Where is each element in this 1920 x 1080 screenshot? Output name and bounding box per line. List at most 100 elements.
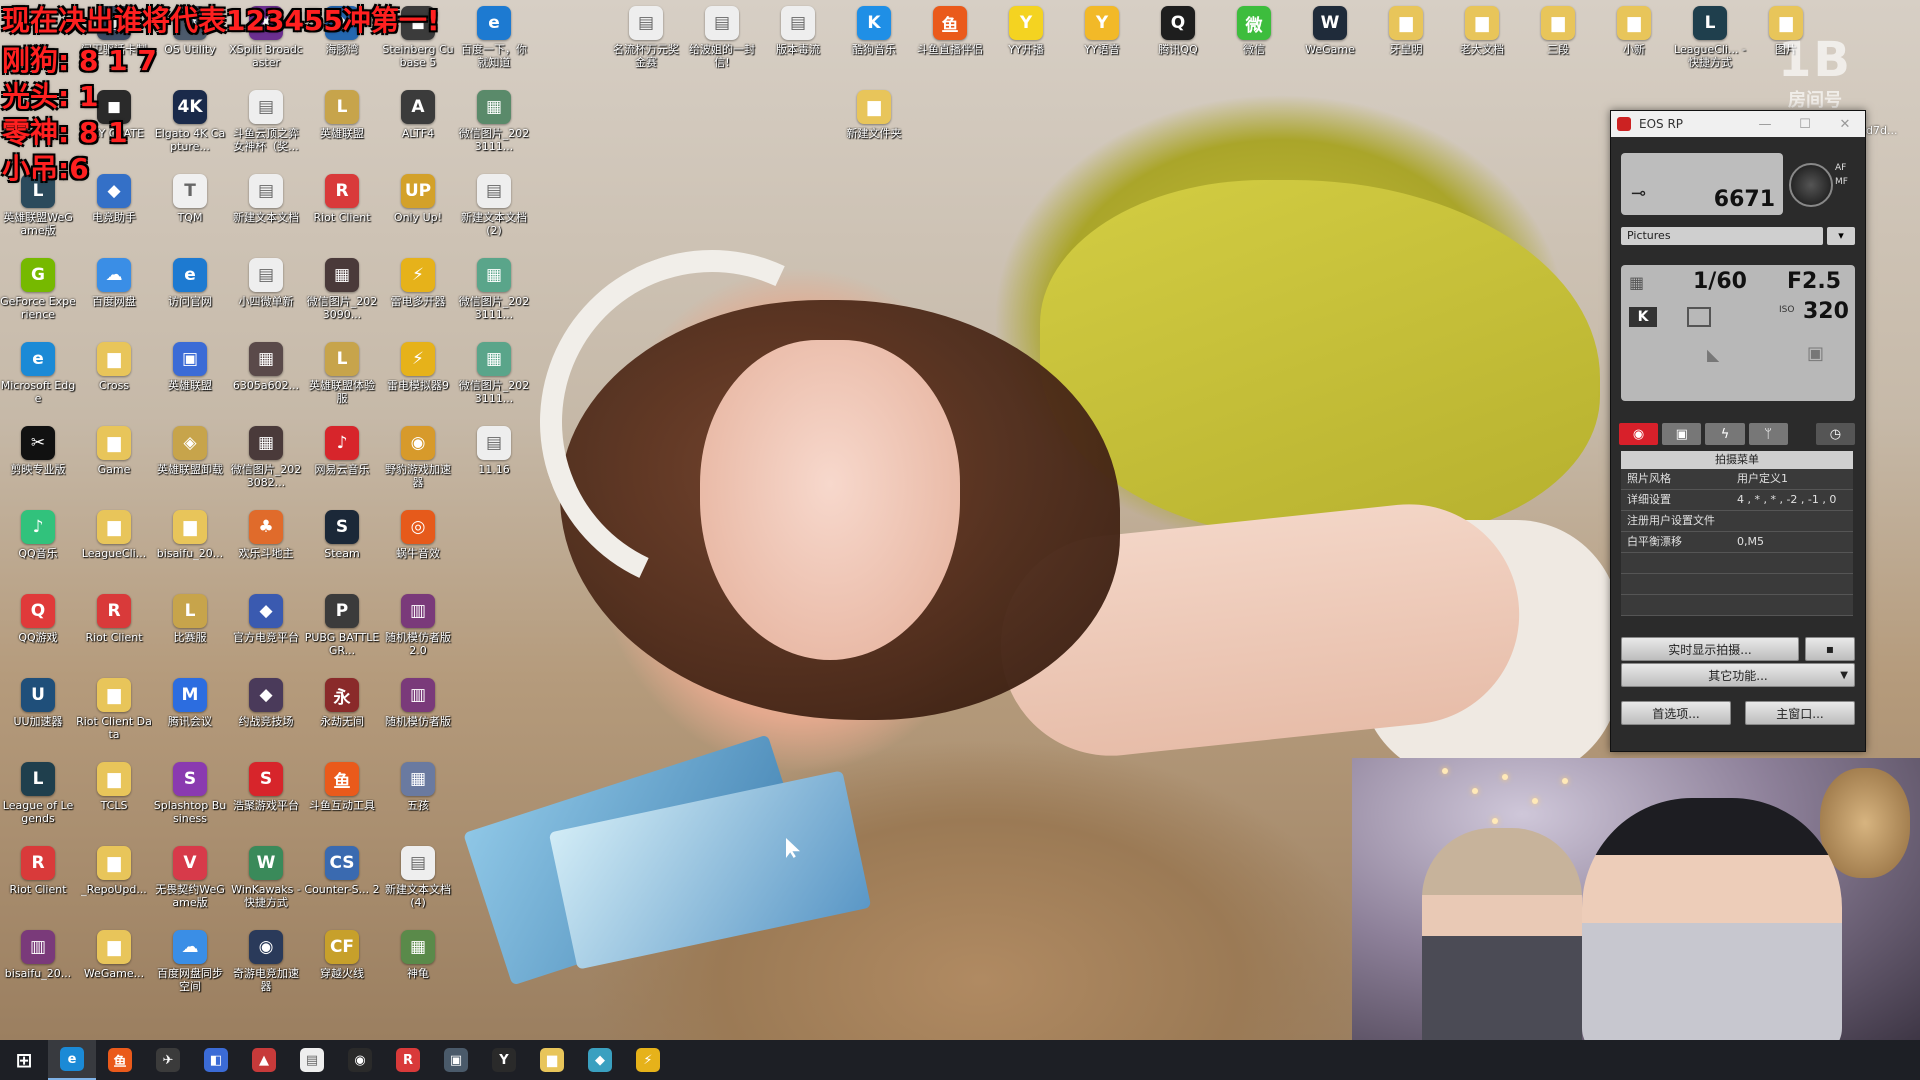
- wb-kelvin[interactable]: K: [1629, 307, 1657, 327]
- desktop-icon[interactable]: ✂ 剪映专业版: [0, 426, 76, 510]
- desktop-icon[interactable]: ♪ QQ音乐: [0, 510, 76, 594]
- desktop-icon[interactable]: ▆ Game: [76, 426, 152, 510]
- taskbar-app12-button[interactable]: ◆: [576, 1040, 624, 1080]
- taskbar-douyu-button[interactable]: 鱼: [96, 1040, 144, 1080]
- desktop-icon[interactable]: ◆ 电竞助手: [76, 174, 152, 258]
- desktop-icon[interactable]: S Steam: [304, 510, 380, 594]
- desktop-icon[interactable]: S Splashtop Business: [152, 762, 228, 846]
- menu-row[interactable]: 注册用户设置文件: [1621, 511, 1853, 532]
- desktop-icon[interactable]: UP Only Up!: [380, 174, 456, 258]
- eos-utility-window[interactable]: EOS RP — ☐ ✕ ⊸ 6671 AF MF Pictures ▾ ▦ 1…: [1610, 110, 1866, 752]
- desktop-icon[interactable]: P PUBG BATTLEGR...: [304, 594, 380, 678]
- desktop-icon[interactable]: ▆ Cross: [76, 342, 152, 426]
- desktop-icon[interactable]: ▆ 三段: [1520, 6, 1596, 90]
- desktop-icon[interactable]: ▆ WeGame...: [76, 930, 152, 1014]
- desktop-icon[interactable]: ▆ TCLS: [76, 762, 152, 846]
- desktop-icon[interactable]: Y YY开播: [988, 6, 1064, 90]
- desktop-icon[interactable]: CS Counter-S... 2: [304, 846, 380, 930]
- desktop-icon[interactable]: ▦ 神龟: [380, 930, 456, 1014]
- aperture-value[interactable]: F2.5: [1787, 269, 1841, 294]
- desktop-icon[interactable]: ◉ 奇游电竞加速器: [228, 930, 304, 1014]
- desktop-icon[interactable]: ▆ LeagueCli...: [76, 510, 152, 594]
- desktop-icon[interactable]: ▦ 微信图片_2023111...: [456, 258, 532, 342]
- desktop-icon[interactable]: ▦ 6305a602...: [228, 342, 304, 426]
- tab-shooting[interactable]: ◉: [1619, 423, 1659, 445]
- iso-value[interactable]: 320: [1803, 299, 1849, 324]
- desktop-icon[interactable]: ▦ 五孩: [380, 762, 456, 846]
- desktop-icon[interactable]: ▤ 版本毒流: [760, 6, 836, 90]
- live-view-button[interactable]: 实时显示拍摄...: [1621, 637, 1799, 661]
- desktop-icon[interactable]: ▆ bisaifu_20...: [152, 510, 228, 594]
- tab-flash[interactable]: ϟ: [1705, 423, 1745, 445]
- desktop-icon[interactable]: 永永劫无间: [304, 678, 380, 762]
- desktop-icon[interactable]: Y YY语音: [1064, 6, 1140, 90]
- desktop-icon[interactable]: ▦ 微信图片_2023090...: [304, 258, 380, 342]
- desktop-icon[interactable]: L League of Legends: [0, 762, 76, 846]
- taskbar-explorer-button[interactable]: ▆: [528, 1040, 576, 1080]
- camera-settings-icon[interactable]: ▣: [1807, 343, 1824, 364]
- desktop-icon[interactable]: K 酷狗音乐: [836, 6, 912, 90]
- desktop-icon[interactable]: ▤ 斗鱼云顶之弈女神杯（奖...: [228, 90, 304, 174]
- drive-mode-icon[interactable]: ◣: [1707, 345, 1719, 364]
- taskbar-yy-button[interactable]: Y: [480, 1040, 528, 1080]
- desktop-icon[interactable]: ▆ 新建文件夹: [836, 90, 912, 174]
- desktop-icon[interactable]: ◆ 官方电竞平台: [228, 594, 304, 678]
- metering-icon[interactable]: [1687, 307, 1711, 327]
- desktop-icon[interactable]: Q 腾讯QQ: [1140, 6, 1216, 90]
- taskbar-start-button[interactable]: ⊞: [0, 1040, 48, 1080]
- desktop-icon[interactable]: CF 穿越火线: [304, 930, 380, 1014]
- save-folder-field[interactable]: Pictures: [1621, 227, 1823, 245]
- desktop-icon[interactable]: ◈ 英雄联盟卸载: [152, 426, 228, 510]
- desktop-icon[interactable]: ▥ 随机模仿者版2.0: [380, 594, 456, 678]
- taskbar-app4-button[interactable]: ◧: [192, 1040, 240, 1080]
- desktop-icon[interactable]: ▆ _RepoUpd...: [76, 846, 152, 930]
- minimize-button[interactable]: —: [1745, 117, 1785, 132]
- desktop-icon[interactable]: R Riot Client: [0, 846, 76, 930]
- desktop-icon[interactable]: ⚡ 雷电多开器: [380, 258, 456, 342]
- desktop-icon[interactable]: W WeGame: [1292, 6, 1368, 90]
- desktop-icon[interactable]: ♪ 网易云音乐: [304, 426, 380, 510]
- main-window-button[interactable]: 主窗口...: [1745, 701, 1855, 725]
- desktop-icon[interactable]: ▤ 给波姐的一封信!: [684, 6, 760, 90]
- desktop-icon[interactable]: A ALTF4: [380, 90, 456, 174]
- desktop-icon[interactable]: ▤ 名流杯万元奖金赛: [608, 6, 684, 90]
- desktop-icon[interactable]: ▤ 新建文本文档 (2): [456, 174, 532, 258]
- desktop-icon[interactable]: ⚡ 雷电模拟器9: [380, 342, 456, 426]
- desktop-icon[interactable]: R Riot Client: [76, 594, 152, 678]
- desktop-icon[interactable]: ▤ 新建文本文档: [228, 174, 304, 258]
- maximize-button[interactable]: ☐: [1785, 117, 1825, 132]
- taskbar-riot-button[interactable]: R: [384, 1040, 432, 1080]
- shutter-speed[interactable]: 1/60: [1693, 269, 1747, 294]
- desktop-icon[interactable]: R Riot Client: [304, 174, 380, 258]
- desktop-icon[interactable]: 微微信: [1216, 6, 1292, 90]
- focus-mode[interactable]: AF MF: [1835, 161, 1848, 189]
- desktop-icon[interactable]: ▆ 小新: [1596, 6, 1672, 90]
- timer-icon[interactable]: ◷: [1815, 423, 1856, 445]
- desktop-icon[interactable]: S 浩聚游戏平台: [228, 762, 304, 846]
- desktop-icon[interactable]: 4K Elgato 4K Capture...: [152, 90, 228, 174]
- desktop-icon[interactable]: L 英雄联盟体验服: [304, 342, 380, 426]
- preferences-button[interactable]: 首选项...: [1621, 701, 1731, 725]
- desktop-icon[interactable]: L 英雄联盟: [304, 90, 380, 174]
- desktop-icon[interactable]: M 腾讯会议: [152, 678, 228, 762]
- desktop-icon[interactable]: W WinKawaks - 快捷方式: [228, 846, 304, 930]
- taskbar-notepad-button[interactable]: ▤: [288, 1040, 336, 1080]
- desktop-icon[interactable]: U UU加速器: [0, 678, 76, 762]
- desktop-icon[interactable]: ▆ 老大文档: [1444, 6, 1520, 90]
- close-button[interactable]: ✕: [1825, 117, 1865, 132]
- desktop-icon[interactable]: L LeagueCli... - 快捷方式: [1672, 6, 1748, 90]
- desktop-icon[interactable]: 鱼斗鱼直播伴侣: [912, 6, 988, 90]
- taskbar-thunder-button[interactable]: ⚡: [624, 1040, 672, 1080]
- taskbar-obs-button[interactable]: ◉: [336, 1040, 384, 1080]
- window-titlebar[interactable]: EOS RP — ☐ ✕: [1611, 111, 1865, 137]
- taskbar-app9-button[interactable]: ▣: [432, 1040, 480, 1080]
- desktop-icon[interactable]: ▣ 英雄联盟: [152, 342, 228, 426]
- desktop-icon[interactable]: e 百度一下，你就知道: [456, 6, 532, 90]
- folder-menu-button[interactable]: ▾: [1827, 227, 1855, 245]
- desktop-icon[interactable]: ☁ 百度网盘: [76, 258, 152, 342]
- desktop-icon[interactable]: ▤ 11.16: [456, 426, 532, 510]
- desktop-icon[interactable]: ▥ bisaifu_20...: [0, 930, 76, 1014]
- desktop-icon[interactable]: ▦ 微信图片_2023111...: [456, 342, 532, 426]
- menu-row[interactable]: 照片风格 用户定义1: [1621, 469, 1853, 490]
- desktop-icon[interactable]: L 比赛服: [152, 594, 228, 678]
